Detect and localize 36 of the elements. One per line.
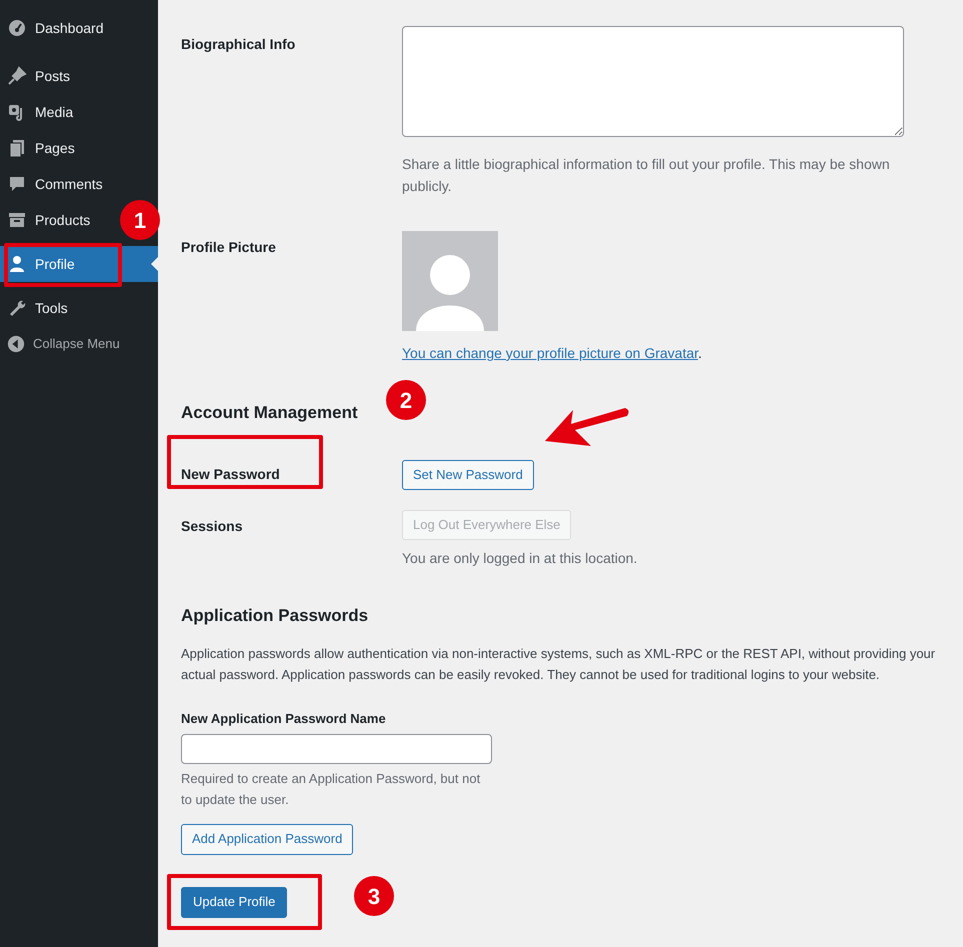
menu-item[interactable]: Profile xyxy=(0,246,158,282)
bio-textarea[interactable] xyxy=(402,26,904,137)
menu-item[interactable]: Tools xyxy=(0,290,75,326)
field-description: You are only logged in at this location. xyxy=(402,548,638,568)
field-label: New Application Password Name xyxy=(181,710,386,728)
section-heading: Account Management xyxy=(181,402,358,424)
step-marker: 3 xyxy=(354,876,394,916)
field-description: Required to create an Application Password, but not to update the user. xyxy=(181,770,482,809)
pin-icon xyxy=(7,66,27,86)
add-app-password-button[interactable]: Add Application Password xyxy=(181,824,354,854)
comment-icon xyxy=(7,174,27,194)
field-label: New Password xyxy=(181,465,281,484)
archive-icon xyxy=(7,210,27,230)
step-marker: 2 xyxy=(386,380,426,420)
menu-item[interactable]: Dashboard xyxy=(0,10,110,46)
update-profile-button[interactable]: Update Profile xyxy=(181,886,288,918)
menu-item[interactable]: Media xyxy=(0,94,80,130)
menu-item[interactable]: Products xyxy=(0,202,98,238)
gravatar-link[interactable]: You can change your profile picture on Gravatar xyxy=(402,345,698,361)
menu-item[interactable]: Pages xyxy=(0,130,82,166)
collapse-icon xyxy=(7,335,25,353)
link-suffix: . xyxy=(698,345,702,361)
menu-item[interactable]: Posts xyxy=(0,58,78,94)
section-description: Application passwords allow authentication via non-interactive systems, such as XML-RPC or the REST API, without providing your actual password. Application passwords can be easily revoked. They cannot be used for traditional logins to your website. xyxy=(181,645,936,684)
dashboard-icon xyxy=(7,18,27,38)
user-icon xyxy=(7,254,27,274)
set-password-button[interactable]: Set New Password xyxy=(402,460,534,490)
field-label: Profile Picture xyxy=(181,238,277,257)
app-password-name-field[interactable] xyxy=(181,734,492,764)
current-indicator xyxy=(151,257,158,271)
collapse-menu-button[interactable]: Collapse Menu xyxy=(0,326,158,362)
menu-item[interactable]: Comments xyxy=(0,166,110,202)
field-label: Sessions xyxy=(181,516,244,536)
field-label: Biographical Info xyxy=(181,35,296,54)
section-heading: Application Passwords xyxy=(181,604,368,626)
field-description: Share a little biographical information to fill out your profile. This may be shown publicly. xyxy=(402,155,891,196)
